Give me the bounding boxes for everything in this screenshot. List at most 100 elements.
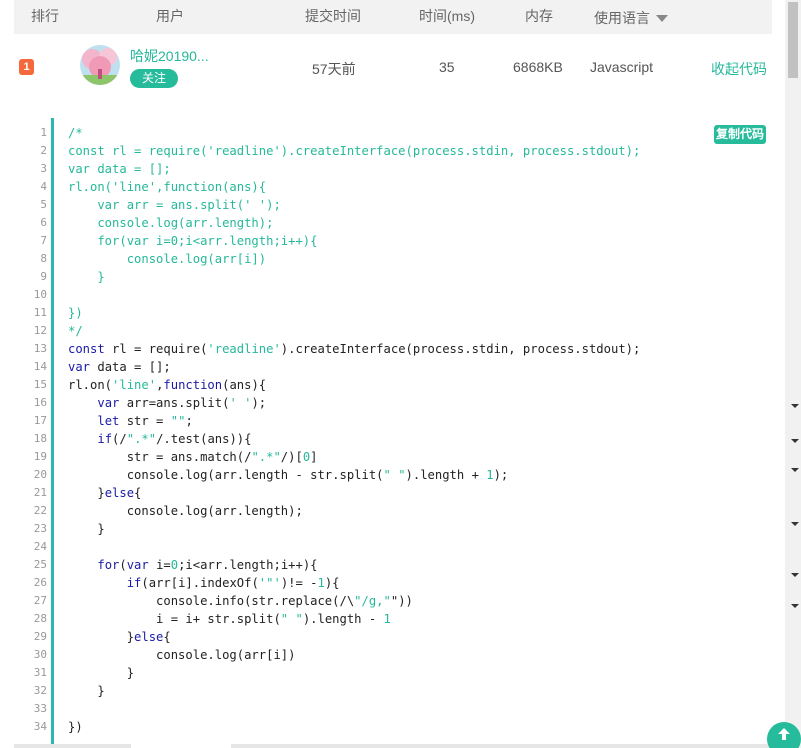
code-token: ( <box>119 558 127 572</box>
code-token: var arr = ans.split(' '); <box>68 198 281 212</box>
caret-down-icon <box>656 14 668 22</box>
code-token: for <box>97 558 120 572</box>
code-token: ")) <box>390 594 413 608</box>
code-token: " " <box>280 612 303 626</box>
code-line: var data = []; <box>68 160 640 178</box>
code-line: }) <box>68 304 640 322</box>
vertical-scrollbar[interactable] <box>785 0 801 748</box>
code-body: /* const rl = require('readline').createI… <box>68 124 640 736</box>
caret-down-icon <box>791 522 799 526</box>
code-token: } <box>68 630 135 644</box>
code-line: for(var i=0;i<arr.length;i++){ <box>68 232 640 250</box>
line-number: 16 <box>33 396 47 409</box>
code-token: ; <box>185 414 193 428</box>
copy-code-button[interactable]: 复制代码 <box>714 125 766 144</box>
code-token: console.log(arr[i]) <box>68 252 267 266</box>
code-token: (arr[i].indexOf( <box>141 576 259 590</box>
line-number: 15 <box>33 378 47 391</box>
code-token: else <box>104 486 135 500</box>
code-line: let str = ""; <box>68 412 640 430</box>
code-token: 'line' <box>112 378 157 392</box>
line-number: 3 <box>40 162 47 175</box>
line-number: 13 <box>33 342 47 355</box>
rank-badge: 1 <box>19 59 34 75</box>
line-number: 9 <box>40 270 47 283</box>
avatar[interactable] <box>80 45 120 85</box>
line-number: 5 <box>40 198 47 211</box>
line-number: 6 <box>40 216 47 229</box>
code-line: console.log(arr.length); <box>68 214 640 232</box>
code-token: rl.on('line',function(ans){ <box>68 180 267 194</box>
collapse-code-link[interactable]: 收起代码 <box>711 59 767 79</box>
follow-button[interactable]: 关注 <box>130 69 178 88</box>
caret-down-icon <box>791 468 799 472</box>
line-number: 4 <box>40 180 47 193</box>
code-token: 1 <box>383 612 391 626</box>
code-token: rl.on( <box>68 378 113 392</box>
horizontal-scrollbar[interactable] <box>14 744 772 748</box>
code-token: } <box>68 486 105 500</box>
code-token: var <box>68 360 91 374</box>
horizontal-scroll-thumb[interactable] <box>131 744 231 748</box>
code-line: console.log(arr[i]) <box>68 250 640 268</box>
line-number: 19 <box>33 450 47 463</box>
code-line: if(/".*"/.test(ans)){ <box>68 430 640 448</box>
code-token: function <box>163 378 223 392</box>
code-token: ] <box>310 450 318 464</box>
code-line: if(arr[i].indexOf('"')!= -1){ <box>68 574 640 592</box>
code-token: ).length + <box>405 468 487 482</box>
language-value: Javascript <box>590 59 654 75</box>
code-token: var <box>126 558 149 572</box>
code-token: ); <box>493 468 509 482</box>
code-line: console.log(arr.length - str.split(" ").… <box>68 466 640 484</box>
line-number: 25 <box>33 558 47 571</box>
code-token: if <box>126 576 142 590</box>
back-to-top-button[interactable] <box>767 722 801 748</box>
code-line: }) <box>68 718 640 736</box>
code-line: var arr = ans.split(' '); <box>68 196 640 214</box>
code-viewer: 1 2 3 4 5 6 7 8 9 10 11 12 13 14 15 16 17 18 19 20 21 22 23 24 2… <box>14 118 772 748</box>
code-token: ).length - <box>302 612 384 626</box>
code-token: if <box>97 432 113 446</box>
line-number: 2 <box>40 144 47 157</box>
submission-row: 1 哈妮20190... 关注 57天前 35 6868KB Javascrip… <box>14 34 772 102</box>
code-token: " " <box>383 468 406 482</box>
code-line: var data = []; <box>68 358 640 376</box>
caret-down-icon <box>791 573 799 577</box>
code-token: str = ans.match(/ <box>68 450 252 464</box>
line-number: 31 <box>33 666 47 679</box>
line-number: 24 <box>33 540 47 553</box>
vertical-scroll-thumb[interactable] <box>788 2 798 78</box>
code-line: var arr=ans.split(' '); <box>68 394 640 412</box>
code-token: rl = require( <box>104 342 208 356</box>
username-link[interactable]: 哈妮20190... <box>130 46 209 66</box>
caret-down-icon <box>791 439 799 443</box>
code-line: }else{ <box>68 628 640 646</box>
code-token: console.log(arr.length - str.split( <box>68 468 384 482</box>
memory-value: 6868KB <box>513 59 563 75</box>
language-filter[interactable]: 使用语言 <box>594 8 668 28</box>
code-token: arr=ans.split( <box>119 396 230 410</box>
code-token: console.log(arr[i]) <box>68 648 296 662</box>
line-number: 22 <box>33 504 47 517</box>
line-number-gutter: 1 2 3 4 5 6 7 8 9 10 11 12 13 14 15 16 17 18 19 20 21 22 23 24 2… <box>14 118 54 748</box>
code-token: str = <box>119 414 171 428</box>
code-token: ){ <box>324 576 340 590</box>
line-number: 29 <box>33 630 47 643</box>
caret-down-icon <box>791 604 799 608</box>
code-token: const rl = require('readline').createInt… <box>68 144 641 158</box>
code-line: } <box>68 682 640 700</box>
code-token: } <box>68 684 105 698</box>
line-number: 32 <box>33 684 47 697</box>
code-token: /.test(ans)){ <box>156 432 252 446</box>
code-token: } <box>68 666 135 680</box>
line-number: 30 <box>33 648 47 661</box>
code-token: ).createInterface(process.stdin, process… <box>280 342 641 356</box>
code-line: str = ans.match(/".*"/)[0] <box>68 448 640 466</box>
code-line: const rl = require('readline').createInt… <box>68 340 640 358</box>
code-line: const rl = require('readline').createInt… <box>68 142 640 160</box>
